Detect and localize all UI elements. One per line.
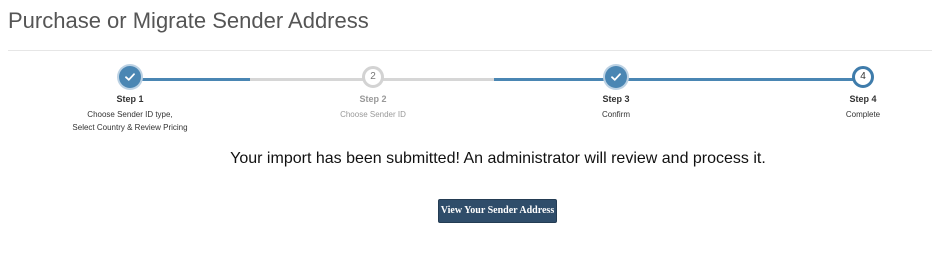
step-3-label: Step 3 bbox=[602, 94, 630, 104]
step-4-label: Step 4 bbox=[849, 94, 877, 104]
step-4-indicator: 4 bbox=[852, 66, 874, 88]
view-sender-address-button[interactable]: View Your Sender Address bbox=[438, 199, 557, 223]
step-2-indicator: 2 bbox=[362, 66, 384, 88]
step-1: Step 1 Choose Sender ID type, Select Cou… bbox=[50, 66, 210, 134]
step-4: 4 Step 4 Complete bbox=[783, 66, 940, 121]
step-1-description: Choose Sender ID type, Select Country & … bbox=[50, 108, 210, 134]
check-icon bbox=[611, 73, 621, 81]
step-1-description-line: Choose Sender ID type, bbox=[87, 110, 173, 119]
step-2-label: Step 2 bbox=[359, 94, 387, 104]
progress-stepper: Step 1 Choose Sender ID type, Select Cou… bbox=[0, 0, 940, 140]
step-4-description: Complete bbox=[845, 110, 881, 119]
check-icon bbox=[125, 73, 135, 81]
step-3-description: Confirm bbox=[601, 110, 630, 119]
step-1-description-line: Select Country & Review Pricing bbox=[72, 123, 188, 132]
step-2-description: Choose Sender ID bbox=[340, 110, 406, 119]
step-1-label: Step 1 bbox=[116, 94, 144, 104]
step-3: Step 3 Confirm bbox=[536, 66, 696, 121]
step-3-indicator bbox=[605, 66, 627, 88]
submission-confirmation-message: Your import has been submitted! An admin… bbox=[230, 150, 766, 167]
step-2: 2 Step 2 Choose Sender ID bbox=[293, 66, 453, 121]
step-1-indicator bbox=[119, 66, 141, 88]
